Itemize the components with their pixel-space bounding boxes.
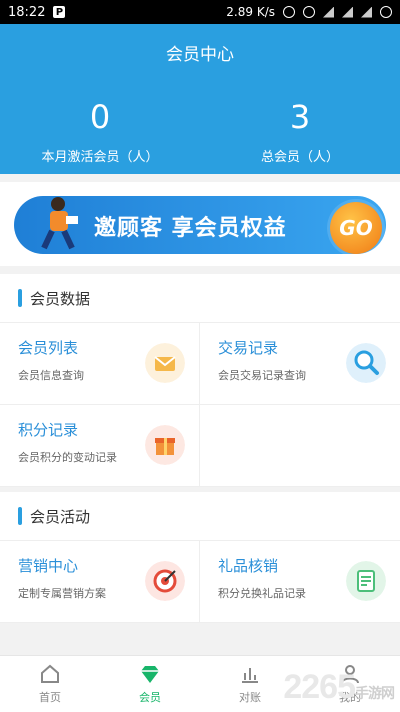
watermark: 2265手游网: [283, 668, 395, 707]
card-subtitle: 会员交易记录查询: [218, 369, 306, 382]
mute-icon: [303, 6, 315, 18]
tab-member[interactable]: 会员: [100, 656, 200, 712]
document-icon: [346, 561, 386, 601]
banner-pill[interactable]: 邀顾客 享会员权益 GO: [14, 196, 386, 254]
marketing-center-card[interactable]: 营销中心 定制专属营销方案: [0, 541, 200, 623]
status-bar: 18:22 P 2.89 K/s: [0, 0, 400, 24]
wifi-icon: [323, 6, 334, 18]
card-subtitle: 会员积分的变动记录: [18, 451, 117, 464]
tab-label: 首页: [39, 691, 61, 704]
section-header: 会员活动: [0, 492, 400, 541]
gift-redemption-card[interactable]: 礼品核销 积分兑换礼品记录: [200, 541, 400, 623]
runner-illustration: [41, 197, 78, 250]
network-speed: 2.89 K/s: [226, 5, 275, 19]
card-title: 交易记录: [218, 339, 279, 357]
watermark-number: 2265: [283, 668, 356, 706]
section-accent-bar: [18, 507, 22, 525]
stat-total-members[interactable]: 3 总会员（人）: [200, 100, 400, 165]
card-subtitle: 定制专属营销方案: [18, 587, 106, 600]
stat-label: 总会员（人）: [260, 150, 339, 165]
signal-icon: [342, 6, 353, 18]
signal-icon-2: [361, 6, 372, 18]
card-title: 会员列表: [18, 339, 79, 357]
magnifier-icon: [346, 343, 386, 383]
stat-value: 3: [289, 98, 311, 136]
page-title: 会员中心: [166, 45, 234, 65]
stat-label: 本月激活会员（人）: [41, 150, 159, 165]
header: 会员中心 0 本月激活会员（人） 3 总会员（人）: [0, 24, 400, 174]
tab-label: 会员: [139, 691, 161, 704]
bar-chart-icon: [242, 668, 258, 683]
gift-icon: [145, 425, 185, 465]
card-title: 营销中心: [18, 557, 79, 575]
card-title: 积分记录: [18, 421, 79, 439]
card-title: 礼品核销: [218, 557, 279, 575]
promo-banner[interactable]: 邀顾客 享会员权益 GO: [0, 182, 400, 266]
member-data-section: 会员数据 会员列表 会员信息查询 交易记录 会员交易记录查询 积分记录 会员积分…: [0, 274, 400, 487]
stat-monthly-activated[interactable]: 0 本月激活会员（人）: [0, 100, 200, 165]
section-header: 会员数据: [0, 274, 400, 323]
go-button[interactable]: GO: [330, 202, 382, 254]
section-title: 会员活动: [30, 507, 91, 526]
card-subtitle: 积分兑换礼品记录: [218, 587, 306, 600]
target-icon: [145, 561, 185, 601]
parking-notification-icon: P: [53, 6, 66, 18]
watermark-text: 手游网: [355, 685, 395, 701]
points-records-card[interactable]: 积分记录 会员积分的变动记录: [0, 405, 200, 487]
status-right: 2.89 K/s: [226, 5, 392, 19]
stat-value: 0: [89, 98, 111, 136]
member-list-card[interactable]: 会员列表 会员信息查询: [0, 323, 200, 405]
diamond-icon: [141, 666, 159, 683]
transaction-records-card[interactable]: 交易记录 会员交易记录查询: [200, 323, 400, 405]
status-time: 18:22: [8, 4, 46, 20]
banner-text: 邀顾客 享会员权益: [94, 216, 287, 241]
member-activity-section: 会员活动 营销中心 定制专属营销方案 礼品核销 积分兑换礼品记录: [0, 492, 400, 623]
card-subtitle: 会员信息查询: [18, 369, 84, 382]
battery-icon: [380, 6, 392, 18]
envelope-icon: [145, 343, 185, 383]
section-accent-bar: [18, 289, 22, 307]
dnd-icon: [283, 6, 295, 18]
empty-cell: [200, 405, 400, 487]
tab-home[interactable]: 首页: [0, 656, 100, 712]
home-icon: [41, 664, 59, 683]
tab-label: 对账: [239, 691, 261, 704]
section-title: 会员数据: [30, 289, 91, 308]
